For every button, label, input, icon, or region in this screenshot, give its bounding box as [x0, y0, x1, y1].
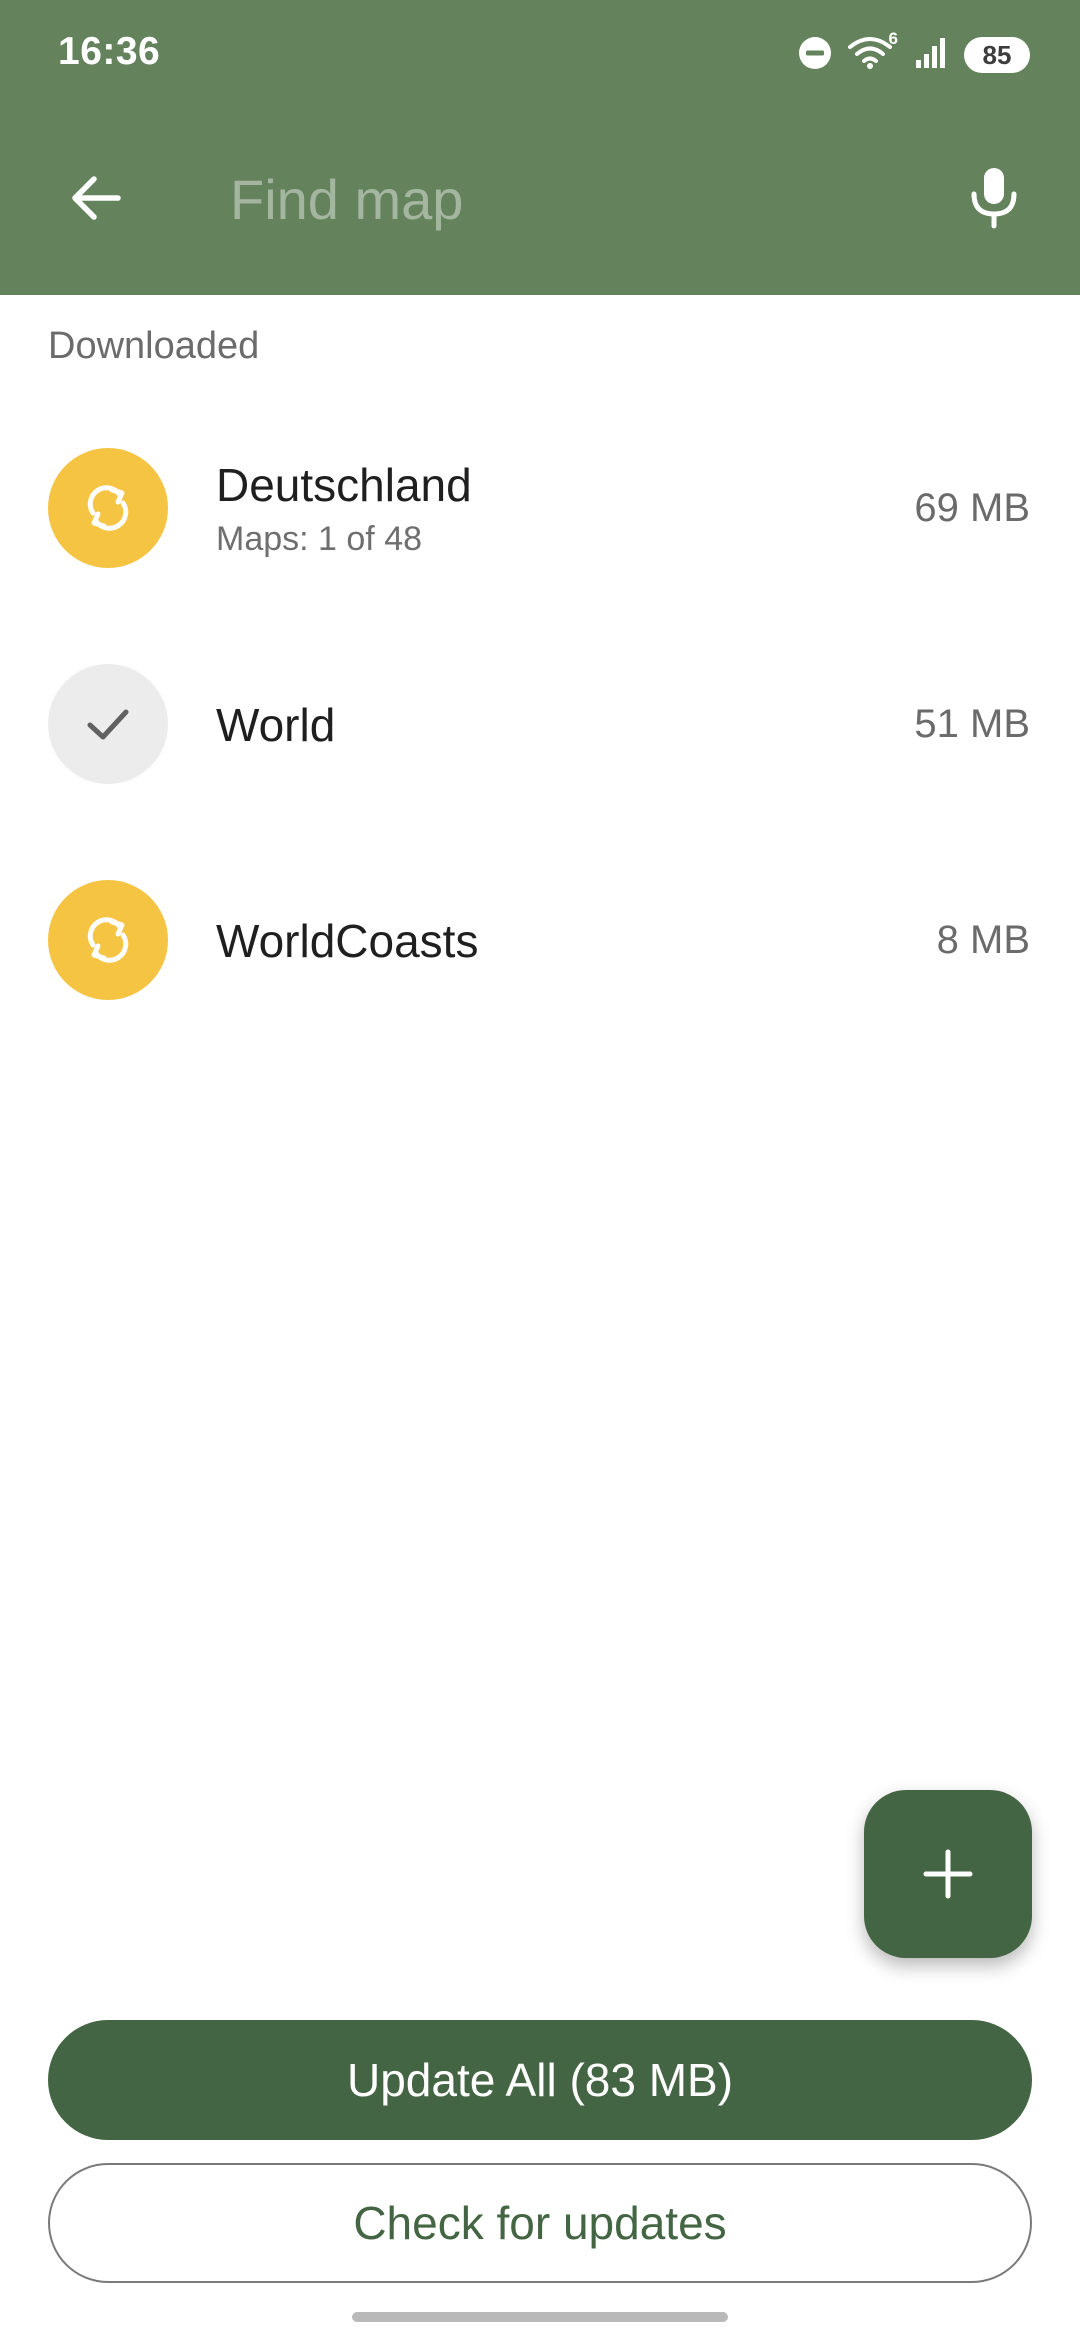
check-for-updates-button[interactable]: Check for updates — [48, 2163, 1032, 2283]
status-time: 16:36 — [58, 30, 161, 73]
map-title: Deutschland — [216, 459, 472, 511]
refresh-icon — [87, 485, 129, 531]
app-bar: 16:36 6 85 — [0, 0, 1080, 295]
section-header-downloaded: Downloaded — [48, 325, 260, 367]
plus-icon — [923, 1849, 973, 1899]
check-icon — [87, 709, 129, 740]
signal-icon — [914, 36, 948, 75]
back-button[interactable] — [58, 160, 134, 236]
map-subtitle: Maps: 1 of 48 — [216, 520, 423, 558]
microphone-icon — [971, 168, 1017, 229]
map-row-world[interactable]: World 51 MB — [0, 624, 1080, 824]
wifi-badge: 6 — [888, 29, 898, 48]
update-all-button[interactable]: Update All (83 MB) — [48, 2020, 1032, 2140]
map-row-deutschland[interactable]: Deutschland Maps: 1 of 48 69 MB — [0, 408, 1080, 608]
back-arrow-icon — [72, 176, 121, 220]
up-to-date-badge — [48, 664, 168, 784]
wifi-icon: 6 — [848, 29, 898, 75]
map-title: WorldCoasts — [216, 915, 479, 967]
do-not-disturb-icon — [798, 36, 832, 75]
update-status-badge — [48, 880, 168, 1000]
add-map-button[interactable] — [864, 1790, 1032, 1958]
map-size: 8 MB — [936, 918, 1030, 962]
search-input[interactable] — [228, 160, 912, 238]
refresh-icon — [87, 917, 129, 963]
map-title: World — [216, 699, 336, 751]
voice-search-button[interactable] — [954, 158, 1034, 238]
map-size: 51 MB — [914, 702, 1030, 746]
map-row-worldcoasts[interactable]: WorldCoasts 8 MB — [0, 840, 1080, 1040]
update-status-badge — [48, 448, 168, 568]
home-indicator[interactable] — [352, 2312, 728, 2322]
battery-indicator: 85 — [964, 37, 1030, 73]
status-icons: 6 85 — [798, 29, 1030, 80]
map-size: 69 MB — [914, 486, 1030, 530]
